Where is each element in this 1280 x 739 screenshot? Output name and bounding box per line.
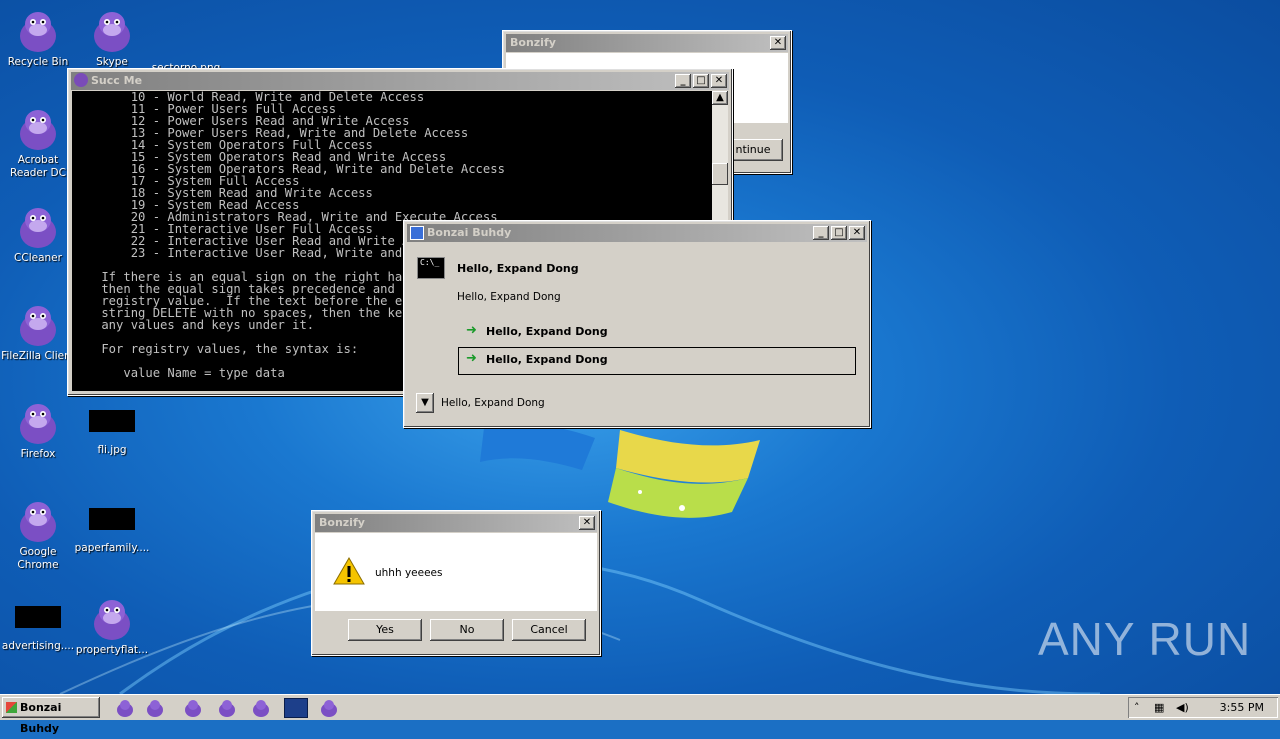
desktop-icon[interactable]: sectorno.png — [148, 6, 224, 75]
volume-icon[interactable]: ◀) — [1176, 697, 1189, 718]
bonzi-icon — [74, 73, 88, 87]
desktop-icon[interactable]: propertyflat... — [74, 594, 150, 657]
yes-button[interactable]: Yes — [348, 619, 422, 641]
command-link-label: Hello, Expand Dong — [486, 325, 608, 338]
image-thumbnail-icon — [89, 410, 135, 432]
desktop-icon-label: advertising.... — [1, 640, 75, 652]
desktop-icon-label: propertyflat... — [75, 644, 149, 656]
desktop-icon-label: FileZilla Client — [1, 350, 75, 362]
cmd-icon: C:\_ — [417, 257, 445, 279]
desktop-icon[interactable]: FileZilla Client — [0, 300, 76, 363]
maximize-button[interactable]: □ — [831, 226, 847, 240]
bonzi-taskbar-icon[interactable] — [114, 698, 136, 718]
desktop-icon[interactable]: advertising.... — [0, 594, 76, 653]
dialog-body: uhhh yeeees — [315, 533, 597, 611]
anyrun-watermark: ANY RUN — [1038, 613, 1252, 665]
network-icon[interactable]: ▦ — [1154, 697, 1164, 718]
bonzi-gorilla-icon — [14, 300, 62, 348]
desktop-icon[interactable]: Acrobat Reader DC — [0, 104, 76, 180]
desktop-icon[interactable]: Recycle Bin — [0, 6, 76, 69]
dialog-message: uhhh yeeees — [375, 567, 443, 579]
window-title: Bonzify — [319, 516, 365, 529]
window-title: Succ Me — [91, 74, 143, 87]
bonzi-taskbar-icon[interactable] — [318, 698, 340, 718]
desktop-icon-label: Google Chrome — [17, 546, 59, 571]
expand-details-button[interactable]: ▼ — [416, 393, 434, 413]
command-link-label: Hello, Expand Dong — [486, 353, 608, 366]
close-button[interactable]: ✕ — [849, 226, 865, 240]
start-label: Bonzai Buhdy — [20, 701, 62, 735]
desktop-icon-label: fli.jpg — [97, 444, 127, 456]
arrow-right-icon: ➜ — [466, 323, 477, 338]
succ-me-titlebar[interactable]: Succ Me _ □ ✕ — [71, 72, 729, 90]
bonzi-gorilla-icon — [14, 6, 62, 54]
desktop-icon[interactable]: CCleaner — [0, 202, 76, 265]
no-button[interactable]: No — [430, 619, 504, 641]
bonzi-gorilla-icon — [14, 104, 62, 152]
bonzi-gorilla-icon — [88, 594, 136, 642]
desktop-icon-label: Firefox — [20, 448, 56, 460]
maximize-button[interactable]: □ — [693, 74, 709, 88]
image-thumbnail-icon — [89, 508, 135, 530]
taskbar: Bonzai Buhdy ˄ ▦ ◀) 3:55 PM — [0, 694, 1280, 735]
bonzi-taskbar-icon[interactable] — [216, 698, 238, 718]
windows-flag-icon — [6, 702, 17, 713]
bonzai-buhdy-window: Bonzai Buhdy _ □ ✕ C:\_ Hello, Expand Do… — [403, 220, 871, 428]
scroll-up-button[interactable]: ▲ — [712, 91, 728, 105]
warning-icon — [333, 557, 365, 585]
desktop-icon[interactable]: paperfamily.... — [74, 496, 150, 555]
image-thumbnail-icon — [15, 606, 61, 628]
command-link-2[interactable]: ➜ Hello, Expand Dong — [458, 347, 856, 375]
sub-text: Hello, Expand Dong — [457, 291, 561, 303]
bonzi-taskbar-icon[interactable] — [182, 698, 204, 718]
bonzify-back-titlebar[interactable]: Bonzify ✕ — [506, 34, 788, 52]
close-button[interactable]: ✕ — [711, 74, 727, 88]
clock[interactable]: 3:55 PM — [1220, 697, 1264, 718]
main-heading: Hello, Expand Dong — [457, 262, 579, 275]
bonzi-gorilla-icon — [14, 398, 62, 446]
desktop-icon-label: CCleaner — [14, 252, 62, 264]
desktop-icon-label: paperfamily.... — [74, 542, 150, 554]
arrow-right-icon: ➜ — [466, 351, 477, 366]
bonzify-dialog: Bonzify ✕ uhhh yeeees Yes No Cancel — [311, 510, 601, 656]
bonzi-taskbar-icon[interactable] — [250, 698, 272, 718]
desktop-icon[interactable]: Google Chrome — [0, 496, 76, 572]
system-tray: ˄ ▦ ◀) 3:55 PM — [1128, 697, 1278, 718]
desktop-icon[interactable]: Skype — [74, 6, 150, 69]
desktop-icon-label: Acrobat Reader DC — [10, 154, 66, 179]
file-icon — [162, 6, 210, 60]
footer-text: Hello, Expand Dong — [441, 397, 545, 409]
bonzi-gorilla-icon — [88, 6, 136, 54]
minimize-button[interactable]: _ — [813, 226, 829, 240]
start-button[interactable]: Bonzai Buhdy — [2, 697, 100, 735]
close-button[interactable]: ✕ — [770, 36, 786, 50]
window-title: Bonzify — [510, 36, 556, 49]
close-button[interactable]: ✕ — [579, 516, 595, 530]
bonzify-titlebar[interactable]: Bonzify ✕ — [315, 514, 597, 532]
command-link-1[interactable]: ➜ Hello, Expand Dong — [458, 319, 856, 345]
desktop-icon-label: Recycle Bin — [7, 56, 69, 68]
desktop-icon[interactable]: fli.jpg — [74, 398, 150, 457]
minimize-button[interactable]: _ — [675, 74, 691, 88]
scroll-thumb[interactable] — [712, 163, 728, 185]
windows-media-icon[interactable] — [284, 698, 308, 718]
bonzai-titlebar[interactable]: Bonzai Buhdy _ □ ✕ — [407, 224, 867, 242]
window-title: Bonzai Buhdy — [427, 226, 512, 239]
desktop-icon[interactable]: Firefox — [0, 398, 76, 461]
bonzi-taskbar-icon[interactable] — [144, 698, 166, 718]
bonzi-gorilla-icon — [14, 202, 62, 250]
bonzi-gorilla-icon — [14, 496, 62, 544]
show-hidden-icons[interactable]: ˄ — [1134, 697, 1140, 718]
program-icon — [410, 226, 424, 240]
cancel-button[interactable]: Cancel — [512, 619, 586, 641]
